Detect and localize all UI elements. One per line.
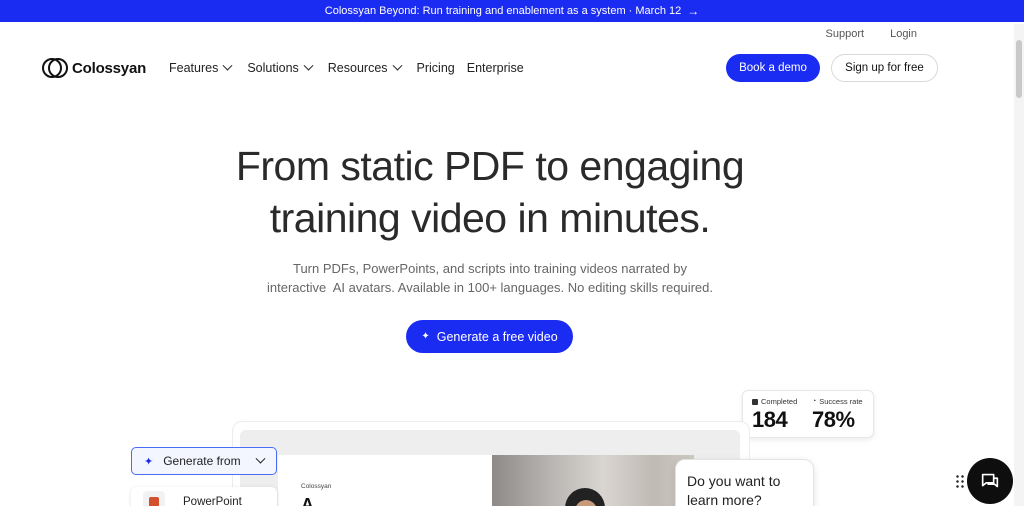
preview-heading: A....: [301, 495, 335, 506]
support-link[interactable]: Support: [826, 28, 865, 40]
generate-video-button[interactable]: ✦ Generate a free video: [406, 320, 573, 353]
sparkle-icon: ✦: [144, 455, 154, 468]
nav-label: Pricing: [416, 61, 455, 75]
signup-button[interactable]: Sign up for free: [831, 54, 938, 82]
hero-subtitle-line: Turn PDFs, PowerPoints, and scripts into…: [292, 261, 688, 276]
nav-item-features[interactable]: Features: [169, 60, 233, 75]
chevron-down-icon: [222, 60, 233, 71]
powerpoint-icon: [143, 491, 165, 506]
chat-launcher-button[interactable]: [967, 458, 1013, 504]
nav-label: Enterprise: [466, 61, 524, 75]
nav-label: Solutions: [247, 61, 299, 75]
chevron-down-icon: [392, 60, 402, 71]
completed-icon: [752, 398, 758, 405]
book-demo-button[interactable]: Book a demo: [726, 54, 820, 82]
stat-success-rate: ◔ Success rate 78%: [812, 397, 863, 433]
nav-item-resources[interactable]: Resources: [327, 60, 402, 75]
dropdown-option-powerpoint[interactable]: PowerPoint: [131, 487, 277, 506]
hero-subtitle-line: interactive AI avatars. Available in 100…: [267, 280, 713, 295]
dropdown-label: Generate from: [163, 454, 241, 468]
nav-label: Features: [169, 61, 219, 75]
logo-text: Colossyan: [72, 59, 147, 77]
drag-handle-icon[interactable]: [955, 474, 965, 490]
chevron-down-icon: [255, 453, 266, 464]
hero-title-line: From static PDF to engaging: [235, 143, 745, 189]
logo-link[interactable]: Colossyan: [42, 54, 146, 82]
banner-text: Colossyan Beyond: Run training and enabl…: [324, 5, 682, 17]
nav-item-solutions[interactable]: Solutions: [247, 60, 314, 75]
generate-from-dropdown[interactable]: ✦ Generate from: [131, 447, 277, 475]
nav-item-pricing[interactable]: Pricing: [417, 61, 455, 75]
arrow-right-icon: →: [687, 4, 700, 18]
chat-icon: [981, 473, 999, 488]
preview-brand: Colossyan: [301, 483, 332, 490]
option-label: PowerPoint: [183, 496, 242, 506]
hero-subtitle: Turn PDFs, PowerPoints, and scripts into…: [0, 259, 980, 297]
cta-label: Generate a free video: [436, 329, 558, 344]
hero-title: From static PDF to engaging training vid…: [0, 140, 980, 244]
stat-label: Completed: [761, 397, 798, 406]
login-link[interactable]: Login: [890, 28, 917, 40]
scrollbar-thumb[interactable]: [1016, 40, 1022, 98]
announcement-banner[interactable]: Colossyan Beyond: Run training and enabl…: [0, 0, 1024, 22]
main-nav: Features Solutions Resources Pricing Ent…: [169, 60, 536, 75]
sparkle-icon: ✦: [421, 331, 430, 342]
chevron-down-icon: [303, 60, 314, 71]
logo: Colossyan: [42, 58, 146, 78]
stat-label: Success rate: [819, 397, 863, 406]
stat-value: 184: [752, 407, 788, 432]
utility-links: Support Login: [826, 28, 917, 40]
colossyan-logo-icon: [42, 58, 68, 78]
chat-prompt-bubble[interactable]: Do you want to learn more?: [675, 459, 814, 506]
gauge-icon: ◔: [812, 398, 817, 405]
stat-completed: Completed 184: [752, 397, 797, 433]
stat-value: 78%: [812, 407, 855, 432]
stats-card: Completed 184 ◔ Success rate 78%: [742, 390, 874, 438]
hero-title-line: training video in minutes.: [269, 195, 711, 241]
nav-item-enterprise[interactable]: Enterprise: [467, 61, 524, 75]
nav-label: Resources: [327, 61, 388, 75]
scrollbar[interactable]: [1014, 24, 1024, 506]
